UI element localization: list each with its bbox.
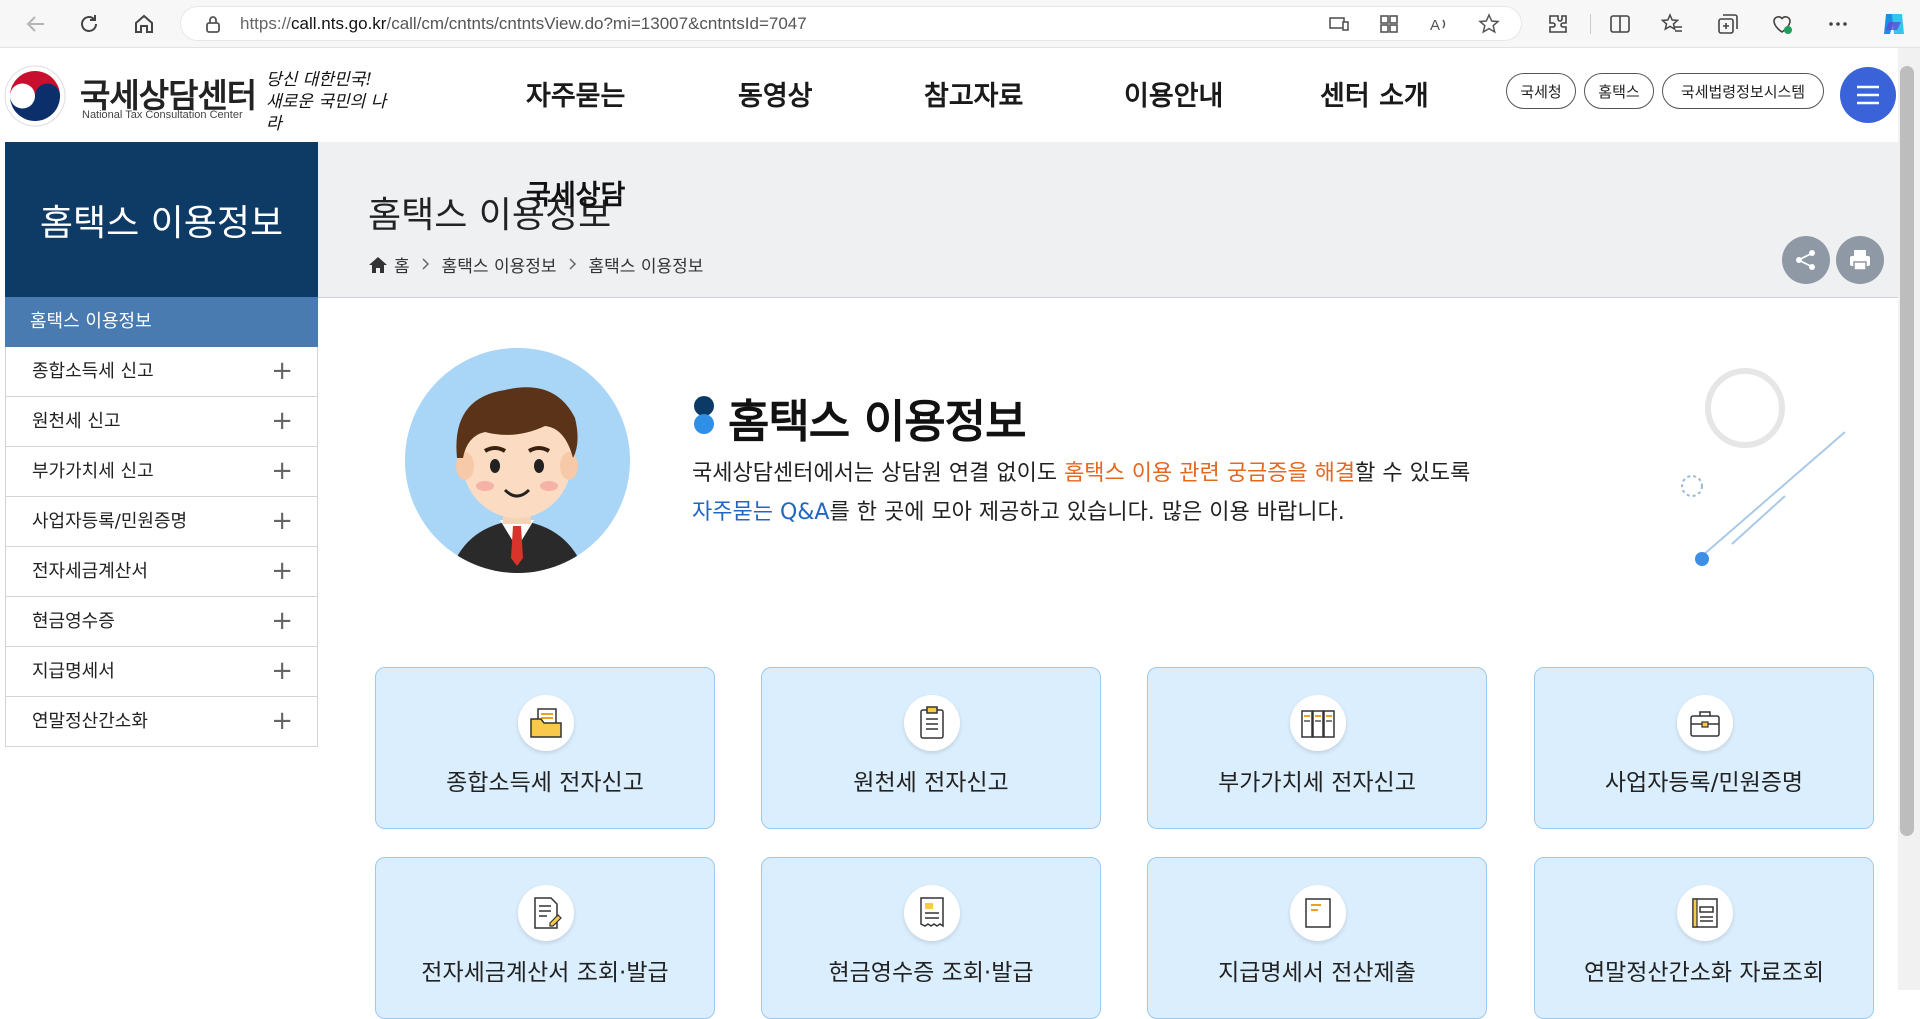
binders-icon: [1290, 695, 1346, 751]
sidebar-item-year-end-settlement[interactable]: 연말정산간소화 +: [5, 697, 318, 747]
gnb-faq[interactable]: 자주묻는: [526, 74, 625, 113]
favorite-star-icon[interactable]: [1478, 13, 1500, 35]
site-header: 국세상담센터 National Tax Consultation Center …: [0, 48, 1898, 142]
card-label: 사업자등록/민원증명: [1604, 770, 1804, 796]
card-label: 종합소득세 전자신고: [446, 770, 644, 796]
sidebar-item-active[interactable]: 홈택스 이용정보: [5, 297, 318, 347]
expand-plus-icon[interactable]: +: [271, 447, 293, 495]
page-scrollbar-thumb[interactable]: [1900, 66, 1914, 836]
sidebar-item-payment-statement[interactable]: 지급명세서 +: [5, 647, 318, 697]
browser-essentials-icon[interactable]: [1770, 12, 1794, 36]
breadcrumb-item[interactable]: 홈택스 이용정보: [442, 252, 557, 277]
card-label: 전자세금계산서 조회·발급: [421, 960, 669, 986]
lock-icon[interactable]: [204, 14, 222, 38]
card-label: 원천세 전자신고: [853, 770, 1009, 796]
collections-icon[interactable]: [1716, 12, 1740, 36]
all-menu-button[interactable]: [1840, 67, 1896, 123]
address-bar[interactable]: https://call.nts.go.kr/call/cm/cntnts/cn…: [180, 6, 1522, 41]
card-label: 현금영수증 조회·발급: [828, 960, 1034, 986]
gnb-dropdown-overlay[interactable]: 국세상담: [526, 173, 625, 212]
card-label: 부가가치세 전자신고: [1218, 770, 1416, 796]
card-label: 연말정산간소화 자료조회: [1583, 960, 1825, 986]
sidebar-item-business-registration[interactable]: 사업자등록/민원증명 +: [5, 497, 318, 547]
hamburger-icon: [1857, 85, 1879, 105]
back-icon[interactable]: [22, 10, 50, 38]
expand-plus-icon[interactable]: +: [271, 697, 293, 745]
expand-plus-icon[interactable]: +: [271, 597, 293, 645]
url-text[interactable]: https://call.nts.go.kr/call/cm/cntnts/cn…: [240, 14, 807, 34]
sidebar-title: 홈택스 이용정보: [5, 142, 318, 297]
sidebar-item-withholding-tax[interactable]: 원천세 신고 +: [5, 397, 318, 447]
expand-plus-icon[interactable]: +: [271, 397, 293, 445]
site-logo[interactable]: 국세상담센터 National Tax Consultation Center …: [4, 63, 394, 134]
svg-text:A: A: [1430, 17, 1440, 34]
logo-slogan: 당신 대한민국! 새로운 국민의 나라: [266, 70, 387, 134]
breadcrumb: 홈 홈택스 이용정보 홈택스 이용정보: [368, 252, 703, 277]
gnb-video[interactable]: 동영상: [738, 74, 813, 113]
folder-document-icon: [518, 695, 574, 751]
card-e-tax-invoice[interactable]: 전자세금계산서 조회·발급: [375, 857, 715, 1019]
consultant-avatar: [405, 348, 630, 573]
decorative-graphic: [1681, 368, 1846, 566]
share-button[interactable]: [1782, 236, 1830, 284]
share-icon: [1796, 250, 1815, 270]
taegeuk-logo-icon: [4, 65, 66, 127]
briefcase-icon: [1677, 695, 1733, 751]
invoice-edit-icon: [518, 885, 574, 941]
intro-description: 국세상담센터에서는 상담원 연결 없이도 홈택스 이용 관련 궁금증을 해결할 …: [692, 461, 1471, 525]
clipboard-icon: [904, 695, 960, 751]
card-cash-receipt[interactable]: 현금영수증 조회·발급: [761, 857, 1101, 1019]
card-business-registration[interactable]: 사업자등록/민원증명: [1534, 667, 1874, 829]
breadcrumb-current: 홈택스 이용정보: [588, 257, 704, 277]
sidebar-item-income-tax[interactable]: 종합소득세 신고 +: [5, 347, 318, 397]
card-year-end-settlement[interactable]: 연말정산간소화 자료조회: [1534, 857, 1874, 1019]
intro-heading: 홈택스 이용정보: [728, 395, 1026, 448]
chevron-right-icon: [422, 255, 430, 275]
home-icon[interactable]: [368, 256, 388, 274]
statement-icon: [1290, 885, 1346, 941]
expand-plus-icon[interactable]: +: [271, 497, 293, 545]
chevron-right-icon: [569, 255, 577, 275]
card-label: 지급명세서 전산제출: [1218, 960, 1416, 986]
quicklink-nts[interactable]: 국세청: [1506, 73, 1576, 109]
card-income-tax-efiling[interactable]: 종합소득세 전자신고: [375, 667, 715, 829]
device-icon[interactable]: [1328, 13, 1350, 35]
logo-subtitle: National Tax Consultation Center: [82, 109, 243, 121]
expand-plus-icon[interactable]: +: [271, 547, 293, 595]
gnb-about[interactable]: 센터 소개: [1320, 74, 1429, 113]
print-button[interactable]: [1836, 236, 1884, 284]
quicklink-tax-law[interactable]: 국세법령정보시스템: [1662, 73, 1824, 109]
favorites-icon[interactable]: [1660, 12, 1684, 36]
toolbar-divider: [1590, 14, 1591, 34]
quicklink-hometax[interactable]: 홈택스: [1584, 73, 1654, 109]
gnb-references[interactable]: 참고자료: [924, 74, 1023, 113]
copilot-icon[interactable]: [1880, 10, 1908, 38]
ledger-icon: [1677, 885, 1733, 941]
expand-plus-icon[interactable]: +: [271, 647, 293, 695]
apps-icon[interactable]: [1378, 13, 1400, 35]
split-screen-icon[interactable]: [1608, 12, 1632, 36]
browser-toolbar: https://call.nts.go.kr/call/cm/cntnts/cn…: [0, 0, 1920, 48]
heading-dots-icon: [694, 396, 714, 434]
expand-plus-icon[interactable]: +: [271, 347, 293, 395]
sidebar-item-cash-receipt[interactable]: 현금영수증 +: [5, 597, 318, 647]
receipt-icon: [904, 885, 960, 941]
print-icon: [1850, 250, 1870, 271]
card-vat-efiling[interactable]: 부가가치세 전자신고: [1147, 667, 1487, 829]
gnb-guide[interactable]: 이용안내: [1124, 74, 1223, 113]
sidebar-item-vat[interactable]: 부가가치세 신고 +: [5, 447, 318, 497]
extensions-icon[interactable]: [1546, 12, 1570, 36]
card-withholding-efiling[interactable]: 원천세 전자신고: [761, 667, 1101, 829]
sidebar-item-e-tax-invoice[interactable]: 전자세금계산서 +: [5, 547, 318, 597]
card-payment-statement[interactable]: 지급명세서 전산제출: [1147, 857, 1487, 1019]
breadcrumb-home[interactable]: 홈: [394, 252, 410, 277]
read-aloud-icon[interactable]: A: [1428, 13, 1450, 35]
refresh-icon[interactable]: [75, 10, 103, 38]
home-icon[interactable]: [130, 10, 158, 38]
more-options-icon[interactable]: [1826, 12, 1850, 36]
